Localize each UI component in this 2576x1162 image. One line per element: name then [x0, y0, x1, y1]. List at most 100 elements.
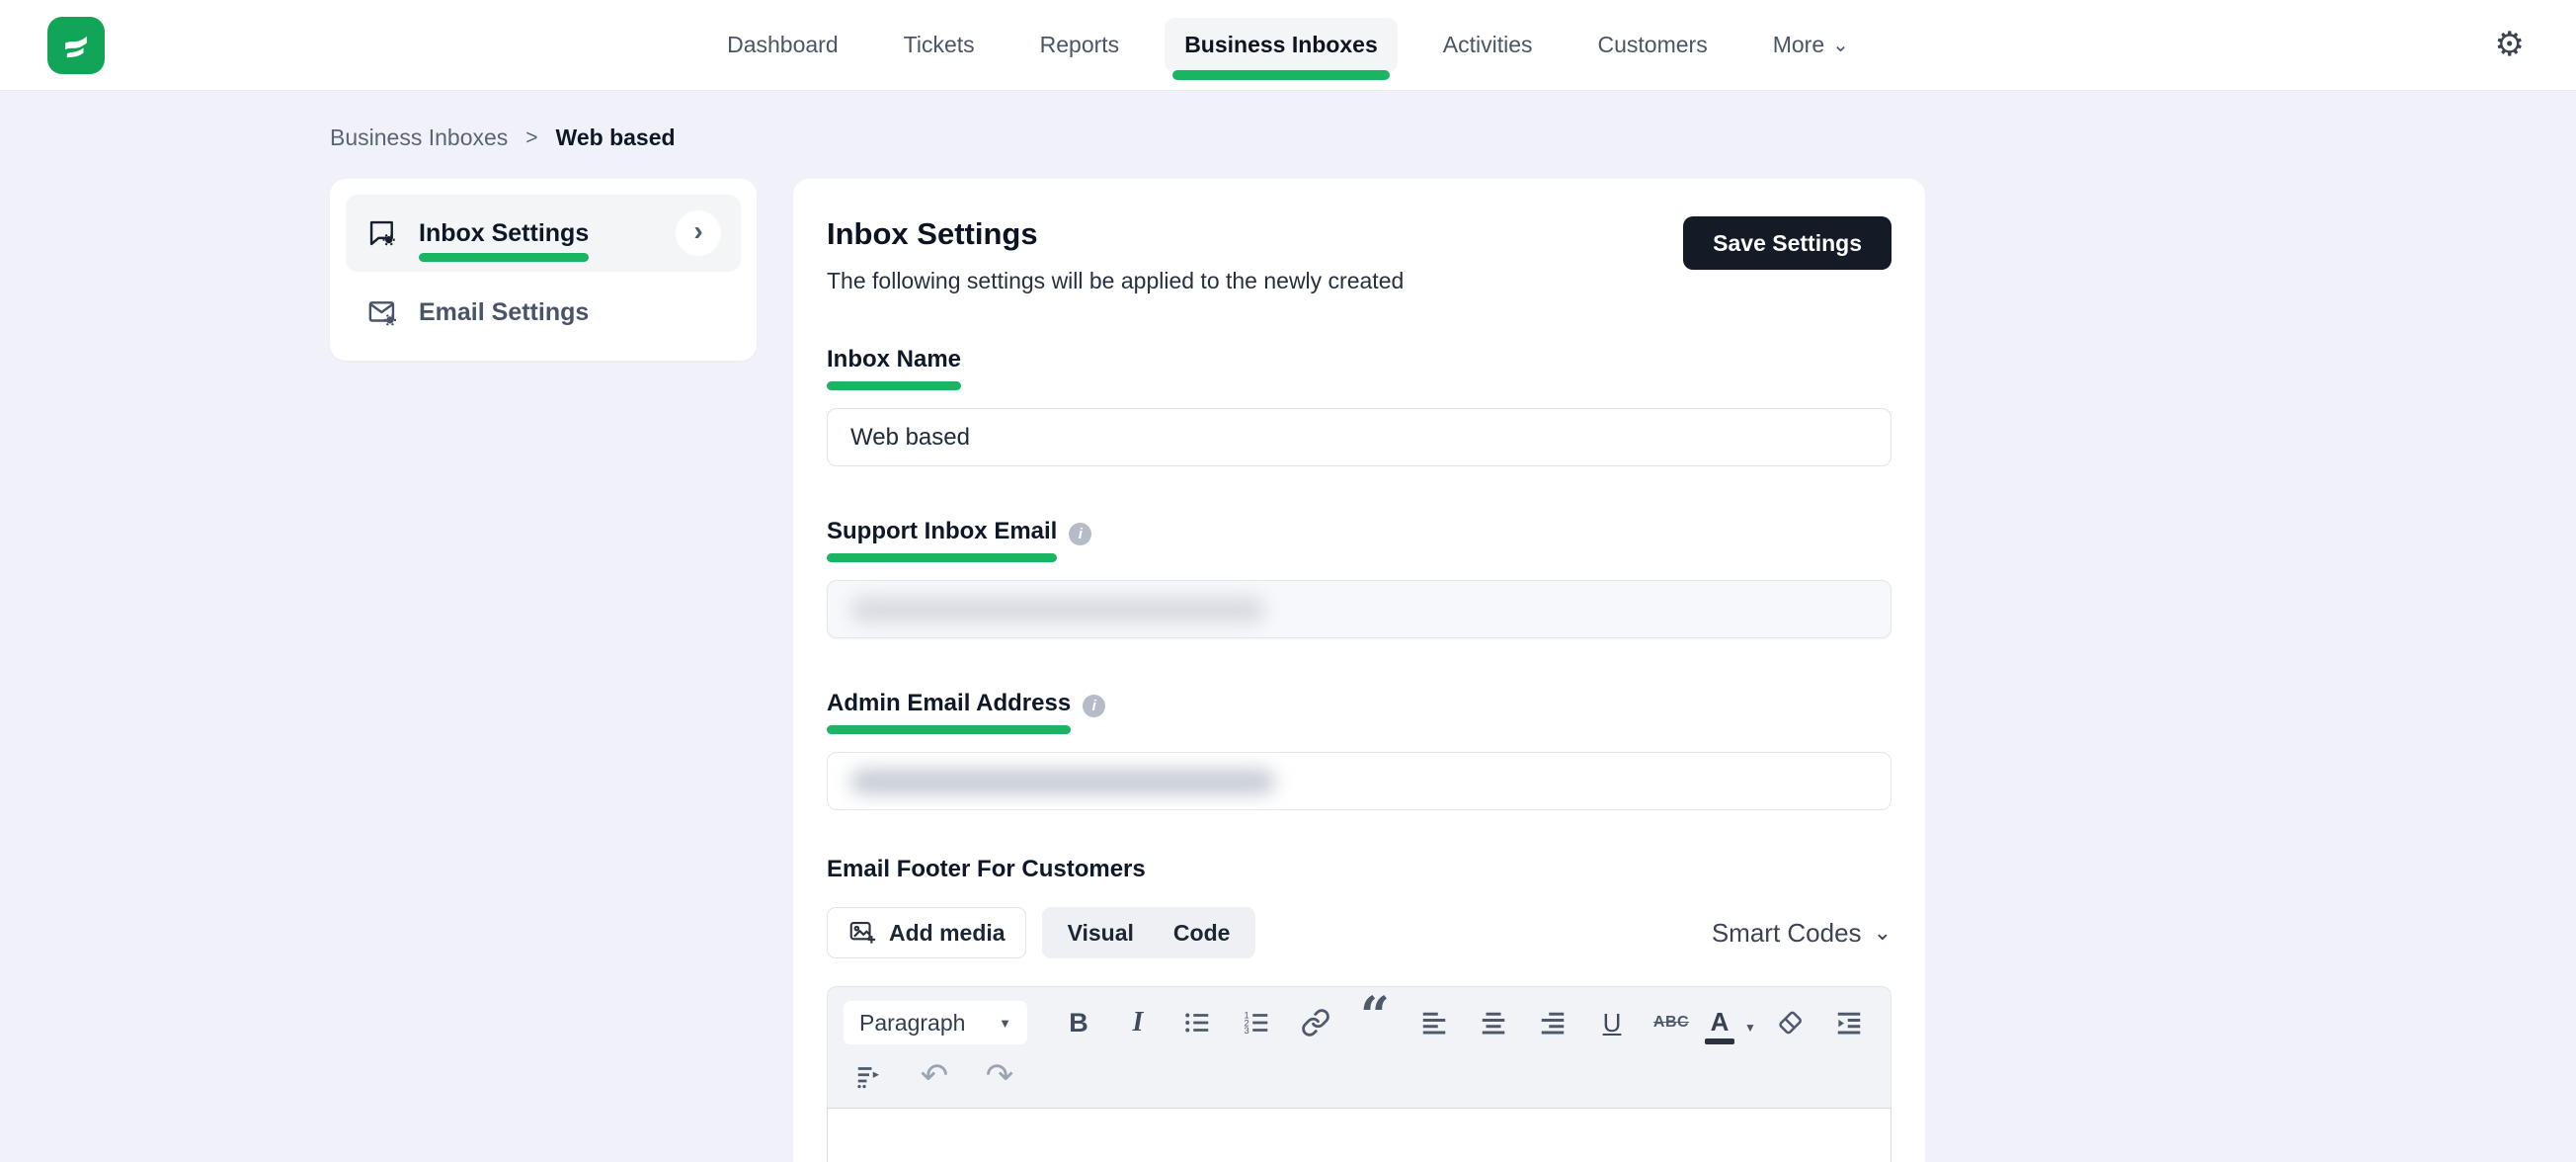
chevron-down-icon: ⌄ — [1874, 927, 1892, 939]
label-underline — [827, 553, 1057, 562]
align-center-button[interactable] — [1468, 1001, 1519, 1044]
tab-visual[interactable]: Visual — [1048, 907, 1154, 958]
admin-email-label: Admin Email Address — [827, 690, 1071, 717]
nav-item-more[interactable]: More ⌄ — [1753, 18, 1869, 72]
paragraph-format-select[interactable]: Paragraph ▼ — [844, 1001, 1027, 1044]
breadcrumb-separator: > — [525, 126, 537, 150]
bold-button[interactable]: B — [1053, 1001, 1104, 1044]
nav-item-dashboard[interactable]: Dashboard — [707, 18, 858, 72]
active-nav-underline — [1172, 70, 1390, 80]
nav-label: Reports — [1040, 32, 1120, 58]
smart-codes-dropdown[interactable]: Smart Codes ⌄ — [1712, 918, 1892, 949]
support-email-label-wrap: Support Inbox Email — [827, 518, 1057, 562]
support-email-field-group: Support Inbox Email i — [827, 518, 1892, 638]
bullet-list-button[interactable] — [1171, 1001, 1223, 1044]
nav-item-tickets[interactable]: Tickets — [884, 18, 995, 72]
editor-toolbar: Paragraph ▼ B I — [827, 986, 1892, 1108]
sidebar-item-label: Email Settings — [419, 298, 589, 327]
redo-icon: ↷ — [986, 1061, 1014, 1091]
inbox-settings-card: Inbox Settings The following settings wi… — [793, 179, 1925, 1162]
support-email-input[interactable] — [827, 580, 1892, 638]
nav-label: Activities — [1443, 32, 1533, 58]
editor-controls-row: Add media Visual Code Smart Codes ⌄ — [827, 907, 1892, 958]
more-tag-button[interactable] — [844, 1054, 895, 1098]
breadcrumb-parent-link[interactable]: Business Inboxes — [330, 124, 508, 151]
text-color-button[interactable]: A ▼ — [1705, 1001, 1756, 1044]
page-subtitle: The following settings will be applied t… — [827, 268, 1404, 294]
flag-logo-icon — [56, 26, 96, 65]
email-footer-label: Email Footer For Customers — [827, 856, 1146, 882]
nav-item-business-inboxes[interactable]: Business Inboxes — [1165, 18, 1398, 72]
align-left-icon — [1419, 1008, 1449, 1038]
bullet-list-icon — [1182, 1008, 1212, 1038]
settings-sidebar: Inbox Settings › — [330, 179, 757, 361]
text-color-letter: A — [1711, 1009, 1730, 1035]
support-email-label: Support Inbox Email — [827, 518, 1057, 545]
link-icon — [1301, 1008, 1330, 1038]
align-right-icon — [1538, 1008, 1568, 1038]
blockquote-icon: “ — [1360, 1010, 1390, 1036]
page-title: Inbox Settings — [827, 216, 1404, 252]
align-right-button[interactable] — [1527, 1001, 1578, 1044]
underline-button[interactable]: U — [1586, 1001, 1638, 1044]
redo-button[interactable]: ↷ — [974, 1054, 1025, 1098]
topbar: Dashboard Tickets Reports Business Inbox… — [0, 0, 2576, 91]
indent-icon — [1834, 1008, 1864, 1038]
inbox-name-field-group: Inbox Name — [827, 346, 1892, 466]
card-header: Inbox Settings The following settings wi… — [827, 216, 1892, 294]
nav-label: Tickets — [904, 32, 975, 58]
rich-text-editor: Paragraph ▼ B I — [827, 986, 1892, 1162]
info-icon[interactable]: i — [1069, 523, 1091, 545]
redacted-email-value — [850, 597, 1265, 622]
nav-item-reports[interactable]: Reports — [1020, 18, 1140, 72]
sidebar-item-label-wrap: Inbox Settings — [419, 219, 589, 248]
paragraph-format-label: Paragraph — [859, 1010, 965, 1037]
chevron-down-icon: ⌄ — [1832, 41, 1849, 50]
admin-email-label-wrap: Admin Email Address — [827, 690, 1071, 734]
align-left-button[interactable] — [1409, 1001, 1460, 1044]
align-center-icon — [1479, 1008, 1508, 1038]
bold-icon: B — [1069, 1008, 1088, 1038]
numbered-list-icon: 123 — [1242, 1008, 1271, 1038]
link-button[interactable] — [1290, 1001, 1341, 1044]
clear-formatting-button[interactable] — [1764, 1001, 1815, 1044]
nav-item-activities[interactable]: Activities — [1423, 18, 1553, 72]
card-header-text: Inbox Settings The following settings wi… — [827, 216, 1404, 294]
caret-down-icon: ▼ — [1744, 1021, 1756, 1035]
sidebar-item-email-settings[interactable]: Email Settings — [346, 280, 741, 345]
nav-label: Customers — [1598, 32, 1708, 58]
more-tag-icon — [854, 1061, 884, 1091]
editor-mode-tabs: Visual Code — [1042, 907, 1256, 958]
text-color-icon: A — [1705, 1009, 1734, 1044]
indent-button[interactable] — [1823, 1001, 1875, 1044]
text-color-swatch — [1705, 1038, 1734, 1044]
editor-content-area[interactable] — [827, 1108, 1892, 1162]
underline-icon: U — [1603, 1008, 1622, 1038]
numbered-list-button[interactable]: 123 — [1231, 1001, 1282, 1044]
email-footer-section: Email Footer For Customers Add media Vis… — [827, 856, 1892, 1162]
eraser-icon — [1775, 1008, 1805, 1038]
sidebar-item-inbox-settings[interactable]: Inbox Settings › — [346, 195, 741, 272]
envelope-gear-icon — [365, 295, 399, 329]
nav-label: More — [1773, 32, 1824, 58]
inbox-name-input[interactable] — [827, 408, 1892, 466]
blockquote-button[interactable]: “ — [1349, 1001, 1401, 1044]
redacted-email-value — [850, 769, 1275, 794]
add-media-button[interactable]: Add media — [827, 907, 1026, 958]
inbox-name-label-wrap: Inbox Name — [827, 346, 961, 390]
label-underline — [827, 381, 961, 390]
admin-email-input[interactable] — [827, 752, 1892, 810]
save-settings-button[interactable]: Save Settings — [1683, 216, 1892, 270]
inbox-name-label: Inbox Name — [827, 346, 961, 374]
undo-button[interactable]: ↶ — [909, 1054, 960, 1098]
info-icon[interactable]: i — [1083, 695, 1105, 717]
nav-item-customers[interactable]: Customers — [1578, 18, 1728, 72]
admin-email-field-group: Admin Email Address i — [827, 690, 1892, 810]
strikethrough-button[interactable]: ABC — [1646, 1001, 1697, 1044]
settings-gear-icon[interactable]: ⚙ — [2495, 26, 2525, 63]
add-media-label: Add media — [889, 920, 1006, 947]
app-logo[interactable] — [47, 17, 105, 74]
chevron-right-icon: › — [676, 210, 721, 256]
italic-button[interactable]: I — [1112, 1001, 1164, 1044]
tab-code[interactable]: Code — [1154, 907, 1250, 958]
